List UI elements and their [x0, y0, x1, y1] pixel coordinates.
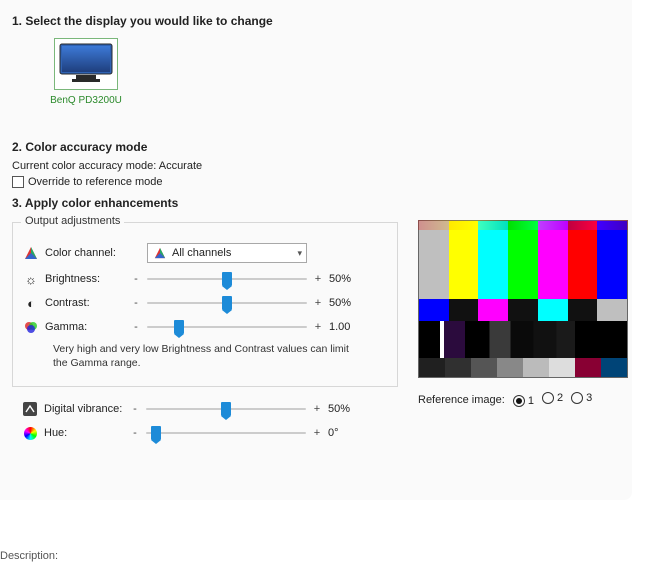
- hue-row: Hue: - + 0°: [22, 425, 408, 441]
- gamma-row: Gamma: - + 1.00: [23, 319, 387, 335]
- vibrance-value: 50%: [328, 403, 364, 415]
- display-card[interactable]: BenQ PD3200U: [46, 38, 126, 106]
- chevron-down-icon: ▾: [297, 248, 302, 259]
- display-name: BenQ PD3200U: [46, 95, 126, 106]
- reference-image-row: Reference image: 123: [418, 392, 628, 407]
- contrast-label: Contrast:: [45, 297, 125, 309]
- gamma-value: 1.00: [329, 321, 365, 333]
- reference-radio-3[interactable]: 3: [571, 392, 592, 404]
- section-3-title: 3. Apply color enhancements: [12, 196, 620, 210]
- override-label: Override to reference mode: [28, 176, 163, 188]
- gamma-note: Very high and very low Brightness and Co…: [53, 343, 353, 370]
- vibrance-slider[interactable]: [146, 401, 306, 417]
- hue-icon: [22, 427, 38, 440]
- radio-icon[interactable]: [542, 392, 554, 404]
- checkbox-icon[interactable]: [12, 176, 24, 188]
- vibrance-row: Digital vibrance: - + 50%: [22, 401, 408, 417]
- contrast-row: ◐ Contrast: - + 50%: [23, 295, 387, 311]
- color-channel-icon: [154, 247, 166, 259]
- monitor-icon: [54, 38, 118, 90]
- description-label: Description:: [0, 550, 650, 562]
- brightness-label: Brightness:: [45, 273, 125, 285]
- brightness-value: 50%: [329, 273, 365, 285]
- reference-radio-2[interactable]: 2: [542, 392, 563, 404]
- contrast-slider[interactable]: [147, 295, 307, 311]
- reference-preview: [418, 220, 628, 378]
- gamma-label: Gamma:: [45, 321, 125, 333]
- color-channel-row: Color channel: All channels ▾: [23, 243, 387, 263]
- hue-slider[interactable]: [146, 425, 306, 441]
- brightness-row: ☼ Brightness: - + 50%: [23, 271, 387, 287]
- section-1-title: 1. Select the display you would like to …: [12, 14, 620, 28]
- contrast-icon: ◐: [23, 296, 39, 311]
- group-label: Output adjustments: [21, 215, 124, 227]
- reference-radio-1[interactable]: 1: [513, 395, 534, 407]
- hue-label: Hue:: [44, 427, 124, 439]
- gamma-icon: [23, 321, 39, 334]
- override-checkbox-row[interactable]: Override to reference mode: [12, 176, 620, 188]
- channel-value: All channels: [172, 247, 231, 259]
- vibrance-label: Digital vibrance:: [44, 403, 124, 415]
- channel-label: Color channel:: [45, 247, 125, 259]
- channel-select[interactable]: All channels ▾: [147, 243, 307, 263]
- reference-label: Reference image:: [418, 394, 505, 406]
- brightness-icon: ☼: [23, 272, 39, 287]
- vibrance-icon: [22, 402, 38, 416]
- brightness-slider[interactable]: [147, 271, 307, 287]
- hue-value: 0°: [328, 427, 364, 439]
- output-adjustments-group: Output adjustments Color channel: All ch…: [12, 222, 398, 387]
- color-channel-icon: [23, 246, 39, 260]
- current-mode-line: Current color accuracy mode: Accurate: [12, 160, 620, 172]
- section-2-title: 2. Color accuracy mode: [12, 140, 620, 154]
- contrast-value: 50%: [329, 297, 365, 309]
- radio-icon[interactable]: [513, 395, 525, 407]
- radio-icon[interactable]: [571, 392, 583, 404]
- gamma-slider[interactable]: [147, 319, 307, 335]
